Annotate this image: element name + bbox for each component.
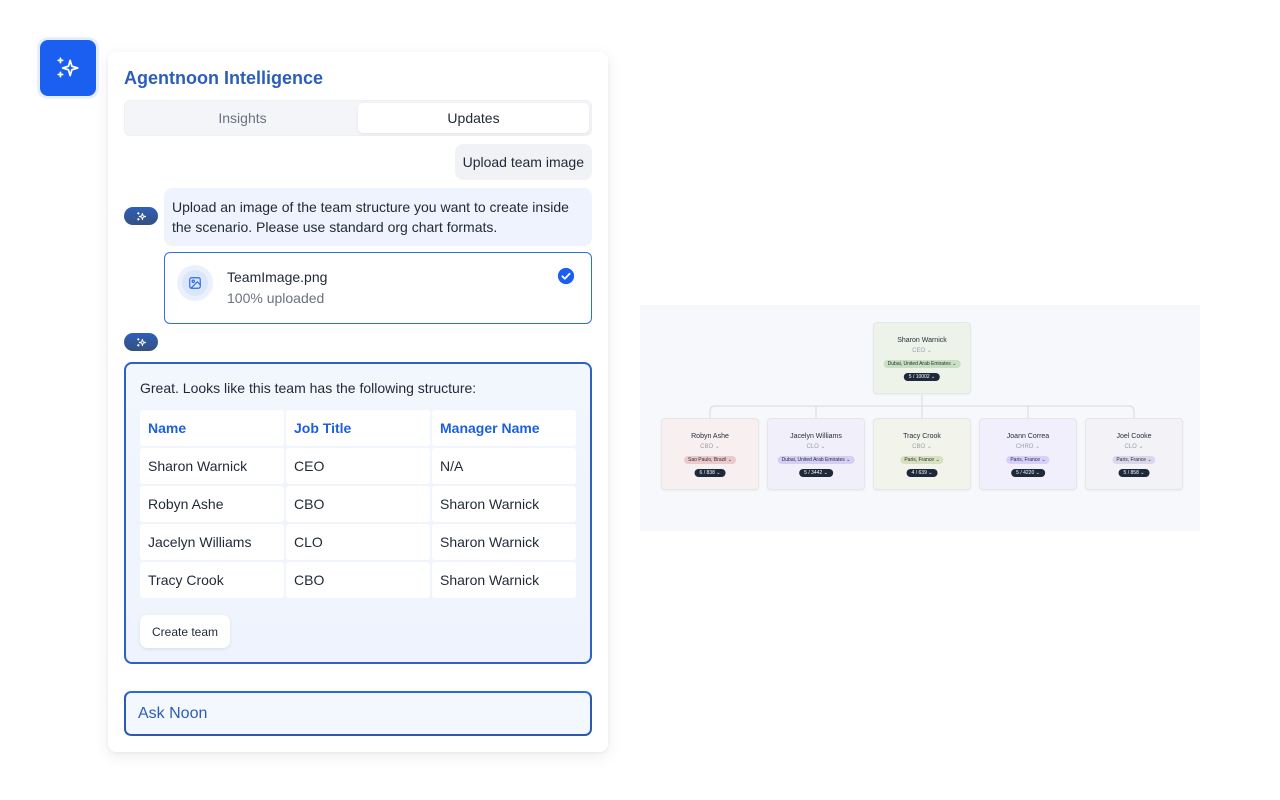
org-person-role[interactable]: CBO ⌄ — [874, 443, 970, 450]
cell-job-title: CBO — [286, 486, 430, 522]
cell-manager-name: Sharon Warnick — [432, 524, 576, 560]
table-row: Jacelyn Williams CLO Sharon Warnick — [140, 524, 578, 560]
table-row: Sharon Warnick CEO N/A — [140, 448, 578, 484]
org-person-role[interactable]: CHRO ⌄ — [980, 443, 1076, 450]
org-headcount-badge[interactable]: 4 / 639 ⌄ — [906, 469, 938, 477]
org-person-name: Jacelyn Williams — [790, 433, 842, 440]
tab-bar: Insights Updates — [124, 100, 592, 136]
cell-name: Tracy Crook — [140, 562, 284, 598]
cell-manager-name: Sharon Warnick — [432, 486, 576, 522]
cell-job-title: CBO — [286, 562, 430, 598]
org-card-child[interactable]: Robyn Ashe CBO ⌄ Sao Paulo, Brazil ⌄ 6 /… — [661, 418, 759, 490]
ask-noon-input[interactable] — [124, 691, 592, 736]
org-card-child[interactable]: Joann Correa CHRO ⌄ Paris, France ⌄ 5 / … — [979, 418, 1077, 490]
org-person-name: Joann Correa — [1006, 433, 1050, 440]
org-location-tag[interactable]: Dubai, United Arab Emirates ⌄ — [777, 456, 855, 464]
org-headcount-badge[interactable]: 5 / 858 ⌄ — [1118, 469, 1150, 477]
cell-manager-name: N/A — [432, 448, 576, 484]
cell-job-title: CEO — [286, 448, 430, 484]
team-structure-table: Name Job Title Manager Name Sharon Warni… — [140, 410, 578, 600]
org-card-child[interactable]: Tracy Crook CBO ⌄ Paris, France ⌄ 4 / 63… — [873, 418, 971, 490]
ai-message: Upload an image of the team structure yo… — [164, 188, 592, 246]
team-structure-card: Great. Looks like this team has the foll… — [124, 362, 592, 664]
table-header-row: Name Job Title Manager Name — [140, 410, 578, 446]
org-location-tag[interactable]: Paris, France ⌄ — [1006, 456, 1050, 464]
org-person-role[interactable]: CEO ⌄ — [874, 347, 970, 354]
column-header-manager-name: Manager Name — [432, 410, 576, 446]
upload-status: 100% uploaded — [227, 290, 325, 306]
create-team-button[interactable]: Create team — [140, 615, 231, 648]
cell-manager-name: Sharon Warnick — [432, 562, 576, 598]
cell-name: Jacelyn Williams — [140, 524, 284, 560]
org-location-tag[interactable]: Sao Paulo, Brazil ⌄ — [684, 456, 736, 464]
org-person-role[interactable]: CLO ⌄ — [1086, 443, 1182, 450]
ai-launcher-button[interactable] — [40, 40, 96, 96]
sparkles-icon — [136, 337, 146, 347]
org-card-child[interactable]: Joel Cooke CLO ⌄ Paris, France ⌄ 5 / 858… — [1085, 418, 1183, 490]
panel-title: Agentnoon Intelligence — [124, 68, 324, 88]
org-headcount-badge[interactable]: 5 / 10002 ⌄ — [903, 373, 941, 381]
tab-updates[interactable]: Updates — [358, 103, 589, 133]
assistant-panel: Agentnoon Intelligence Insights Updates … — [108, 52, 608, 752]
ai-avatar-badge — [124, 207, 158, 225]
org-person-name: Tracy Crook — [903, 433, 941, 440]
org-card-child[interactable]: Jacelyn Williams CLO ⌄ Dubai, United Ara… — [767, 418, 865, 490]
file-icon-container — [177, 265, 213, 301]
file-name: TeamImage.png — [227, 269, 328, 285]
result-intro: Great. Looks like this team has the foll… — [140, 380, 477, 396]
org-headcount-badge[interactable]: 5 / 4220 ⌄ — [1011, 469, 1045, 477]
org-location-tag[interactable]: Dubai, United Arab Emirates ⌄ — [883, 360, 961, 368]
cell-name: Sharon Warnick — [140, 448, 284, 484]
org-chart-preview: Sharon Warnick CEO ⌄ Dubai, United Arab … — [640, 305, 1200, 531]
column-header-name: Name — [140, 410, 284, 446]
tab-insights[interactable]: Insights — [127, 103, 358, 133]
org-person-name: Joel Cooke — [1116, 433, 1152, 440]
sparkles-icon — [136, 211, 146, 221]
table-row: Robyn Ashe CBO Sharon Warnick — [140, 486, 578, 522]
cell-job-title: CLO — [286, 524, 430, 560]
check-circle-icon — [557, 267, 575, 285]
sparkles-icon — [57, 57, 79, 78]
image-icon — [189, 277, 201, 289]
org-person-role[interactable]: CLO ⌄ — [768, 443, 864, 450]
org-headcount-badge[interactable]: 6 / 838 ⌄ — [694, 469, 726, 477]
org-location-tag[interactable]: Paris, France ⌄ — [900, 456, 944, 464]
org-person-role[interactable]: CBO ⌄ — [662, 443, 758, 450]
column-header-job-title: Job Title — [286, 410, 430, 446]
org-location-tag[interactable]: Paris, France ⌄ — [1112, 456, 1156, 464]
org-person-name: Sharon Warnick — [897, 337, 947, 344]
org-card-root[interactable]: Sharon Warnick CEO ⌄ Dubai, United Arab … — [873, 322, 971, 394]
cell-name: Robyn Ashe — [140, 486, 284, 522]
table-row: Tracy Crook CBO Sharon Warnick — [140, 562, 578, 598]
org-person-name: Robyn Ashe — [691, 433, 729, 440]
ai-avatar-badge — [124, 333, 158, 351]
org-headcount-badge[interactable]: 5 / 3442 ⌄ — [799, 469, 833, 477]
user-message: Upload team image — [454, 144, 592, 180]
uploaded-file-card[interactable]: TeamImage.png 100% uploaded — [164, 252, 592, 324]
